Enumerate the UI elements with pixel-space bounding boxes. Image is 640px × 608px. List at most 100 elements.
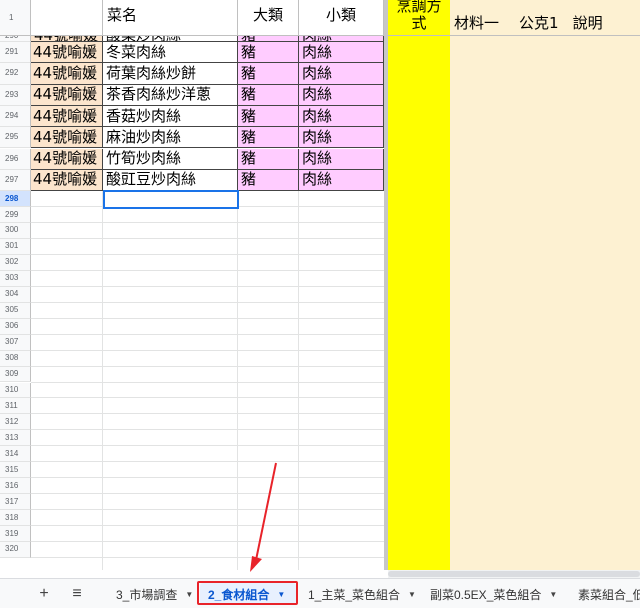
tab-ingredient-combo[interactable]: 2_食材組合 ▼ bbox=[200, 583, 296, 605]
dish-name-cell[interactable]: 酸豇豆炒肉絲 bbox=[103, 169, 238, 192]
row-header[interactable]: 314 bbox=[0, 446, 31, 463]
row-header[interactable]: 312 bbox=[0, 414, 31, 431]
row-header[interactable]: 298 bbox=[0, 191, 31, 208]
minor-category-cell[interactable]: 肉絲 bbox=[299, 127, 384, 149]
row-header[interactable]: 291 bbox=[0, 42, 31, 64]
author-cell[interactable]: 44號喻媛 bbox=[31, 63, 103, 85]
tab-main-dish-combo[interactable]: 1_主菜_菜色組合 ▼ bbox=[300, 583, 420, 605]
row-header[interactable]: 297 bbox=[0, 169, 31, 192]
row-header[interactable]: 310 bbox=[0, 382, 31, 399]
grid-row-line bbox=[31, 429, 384, 431]
caret-down-icon[interactable]: ▼ bbox=[185, 590, 193, 599]
author-cell[interactable]: 44號喻媛 bbox=[31, 148, 103, 170]
major-category-cell[interactable]: 豬 bbox=[238, 105, 299, 128]
row-header[interactable]: 308 bbox=[0, 350, 31, 367]
row-header[interactable]: 311 bbox=[0, 398, 31, 415]
major-category-cell[interactable]: 豬 bbox=[238, 84, 299, 106]
row-header[interactable]: 305 bbox=[0, 302, 31, 319]
header-cooking-method[interactable]: 烹調方 式 bbox=[388, 0, 450, 36]
dish-name-cell[interactable]: 麻油炒肉絲 bbox=[103, 127, 238, 149]
spreadsheet-grid[interactable]: 29044號喻媛酸菜炒肉絲豬肉絲29144號喻媛冬菜肉絲豬肉絲29244號喻媛荷… bbox=[0, 0, 640, 570]
row-header[interactable]: 319 bbox=[0, 526, 31, 542]
row-header[interactable]: 320 bbox=[0, 542, 31, 558]
dish-name-cell[interactable]: 竹筍炒肉絲 bbox=[103, 148, 238, 170]
grid-row-line bbox=[31, 269, 384, 271]
author-cell[interactable]: 44號喻媛 bbox=[31, 105, 103, 128]
row-header[interactable]: 301 bbox=[0, 238, 31, 255]
row-header[interactable]: 299 bbox=[0, 207, 31, 223]
grid-row-line bbox=[31, 365, 384, 367]
add-sheet-icon[interactable]: + bbox=[33, 583, 55, 605]
grid-row-line bbox=[31, 445, 384, 447]
row-header[interactable]: 317 bbox=[0, 494, 31, 511]
dish-name-cell[interactable]: 香菇炒肉絲 bbox=[103, 105, 238, 128]
grid-row-line bbox=[31, 381, 384, 383]
author-cell[interactable]: 44號喻媛 bbox=[31, 84, 103, 106]
tab-label: 素菜組合_低 bbox=[578, 587, 640, 602]
sheet-tab-bar: + ≡ 3_市場調查 ▼ 2_食材組合 ▼ 1_主菜_菜色組合 ▼ 副菜0.5EX_菜… bbox=[0, 578, 640, 608]
author-cell[interactable]: 44號喻媛 bbox=[31, 42, 103, 64]
minor-category-cell[interactable]: 肉絲 bbox=[299, 63, 384, 85]
row-header[interactable]: 292 bbox=[0, 63, 31, 85]
row-header-1[interactable]: 1 bbox=[0, 0, 31, 36]
minor-category-cell[interactable]: 肉絲 bbox=[299, 148, 384, 170]
grid-row-line bbox=[31, 222, 384, 223]
tab-label: 副菜0.5EX_菜色組合 bbox=[430, 587, 542, 602]
tab-side-dish-combo[interactable]: 副菜0.5EX_菜色組合 ▼ bbox=[422, 583, 562, 605]
caret-down-icon[interactable]: ▼ bbox=[408, 590, 416, 599]
grid-row-line bbox=[31, 333, 384, 335]
row-header[interactable]: 316 bbox=[0, 478, 31, 495]
row-header[interactable]: 300 bbox=[0, 223, 31, 239]
major-category-cell[interactable]: 豬 bbox=[238, 127, 299, 149]
author-cell[interactable]: 44號喻媛 bbox=[31, 127, 103, 149]
grid-row-line bbox=[31, 349, 384, 351]
cooking-method-column bbox=[388, 0, 450, 570]
row-header[interactable]: 315 bbox=[0, 462, 31, 479]
minor-category-cell[interactable]: 肉絲 bbox=[299, 105, 384, 128]
author-cell[interactable]: 44號喻媛 bbox=[31, 169, 103, 192]
caret-down-icon[interactable]: ▼ bbox=[277, 590, 285, 599]
row-header[interactable]: 303 bbox=[0, 270, 31, 287]
grid-column-line bbox=[237, 191, 238, 570]
dish-name-cell[interactable]: 茶香肉絲炒洋蔥 bbox=[103, 84, 238, 106]
row-header[interactable]: 313 bbox=[0, 430, 31, 447]
tab-label: 3_市場調查 bbox=[116, 587, 178, 602]
header-dish-name[interactable]: 菜名 bbox=[103, 0, 238, 36]
grid-row-line bbox=[31, 285, 384, 287]
header-minor-category[interactable]: 小類 bbox=[299, 0, 384, 36]
header-cell-author[interactable] bbox=[31, 0, 103, 36]
tab-market-survey[interactable]: 3_市場調查 ▼ bbox=[108, 583, 196, 605]
dish-name-cell[interactable]: 荷葉肉絲炒餅 bbox=[103, 63, 238, 85]
row-header[interactable]: 293 bbox=[0, 84, 31, 106]
major-category-cell[interactable]: 豬 bbox=[238, 169, 299, 192]
active-cell-selection[interactable] bbox=[103, 190, 239, 210]
row-header[interactable]: 302 bbox=[0, 254, 31, 271]
tab-vegetarian-combo[interactable]: 素菜組合_低 bbox=[570, 583, 640, 605]
row-header[interactable]: 304 bbox=[0, 286, 31, 303]
grid-row-line bbox=[31, 237, 384, 239]
major-category-cell[interactable]: 豬 bbox=[238, 42, 299, 64]
horizontal-scrollbar-thumb[interactable] bbox=[388, 571, 640, 577]
row-header[interactable]: 294 bbox=[0, 105, 31, 128]
dish-name-cell[interactable]: 冬菜肉絲 bbox=[103, 42, 238, 64]
minor-category-cell[interactable]: 肉絲 bbox=[299, 169, 384, 192]
major-category-cell[interactable]: 豬 bbox=[238, 148, 299, 170]
caret-down-icon[interactable]: ▼ bbox=[549, 590, 557, 599]
row-header[interactable]: 307 bbox=[0, 334, 31, 351]
row-header[interactable]: 296 bbox=[0, 148, 31, 170]
header-major-category[interactable]: 大類 bbox=[238, 0, 299, 36]
major-category-cell[interactable]: 豬 bbox=[238, 63, 299, 85]
minor-category-cell[interactable]: 肉絲 bbox=[299, 84, 384, 106]
grid-row-line bbox=[31, 397, 384, 399]
grid-row-line bbox=[31, 509, 384, 511]
row-header[interactable]: 309 bbox=[0, 366, 31, 383]
row-header[interactable]: 306 bbox=[0, 318, 31, 335]
row-header[interactable]: 318 bbox=[0, 510, 31, 527]
minor-category-cell[interactable]: 肉絲 bbox=[299, 42, 384, 64]
grid-row-line bbox=[31, 301, 384, 303]
frozen-column-divider[interactable] bbox=[384, 0, 388, 570]
all-sheets-menu-icon[interactable]: ≡ bbox=[66, 583, 88, 605]
horizontal-scrollbar[interactable] bbox=[388, 570, 640, 578]
header-ingredients[interactable]: 材料一 公克1 說明 bbox=[450, 0, 640, 36]
row-header[interactable]: 295 bbox=[0, 127, 31, 149]
